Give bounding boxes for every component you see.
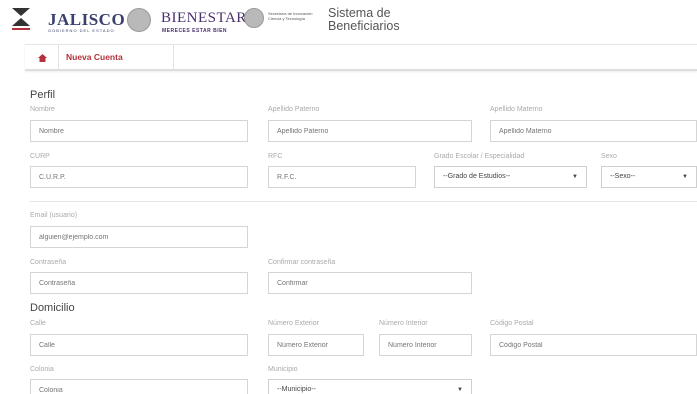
breadcrumb: Nueva Cuenta (25, 44, 697, 71)
jalisco-subtitle: GOBIERNO DEL ESTADO (48, 28, 115, 33)
contrasena-input[interactable] (30, 272, 248, 294)
grado-label: Grado Escolar / Especialidad (434, 153, 525, 160)
colonia-input[interactable] (30, 379, 248, 394)
num-int-label: Número Interior (379, 320, 428, 327)
jalisco-seal-icon (127, 8, 151, 32)
grado-select[interactable]: --Grado de Estudios-- ▼ (434, 166, 587, 188)
sexo-selected-value: --Sexo-- (610, 173, 636, 180)
curp-label: CURP (30, 153, 50, 160)
chevron-down-icon: ▼ (457, 387, 463, 393)
calle-input[interactable] (30, 334, 248, 356)
colonia-label: Colonia (30, 366, 54, 373)
app-title-line2: Beneficiarios (328, 19, 400, 33)
breadcrumb-divider (58, 45, 59, 69)
bienestar-subtitle: MERECES ESTAR BIEN (162, 28, 228, 34)
chevron-down-icon: ▼ (572, 174, 578, 180)
confirmar-input[interactable] (268, 272, 472, 294)
municipio-selected-value: --Municipio-- (277, 386, 316, 393)
confirmar-label: Confirmar contraseña (268, 259, 336, 266)
breadcrumb-divider (173, 45, 174, 69)
contrasena-label: Contraseña (30, 259, 67, 266)
apellido-paterno-label: Apellido Paterno (268, 106, 320, 113)
secretaria-text: Secretaría de Innovación Ciencia y Tecno… (268, 11, 313, 21)
domicilio-section-title: Domicilio (30, 302, 75, 314)
calle-label: Calle (30, 320, 46, 327)
grado-selected-value: --Grado de Estudios-- (443, 173, 511, 180)
curp-input[interactable] (30, 166, 248, 188)
home-icon[interactable] (38, 54, 47, 62)
divider (30, 201, 697, 202)
email-input[interactable] (30, 226, 248, 248)
bienestar-wordmark: BIENESTAR (161, 10, 247, 26)
jalisco-wordmark: JALISCO (48, 10, 126, 29)
nombre-label: Nombre (30, 106, 55, 113)
apellido-materno-label: Apellido Materno (490, 106, 543, 113)
rfc-input[interactable] (268, 166, 416, 188)
rfc-label: RFC (268, 153, 283, 160)
cp-input[interactable] (490, 334, 697, 356)
sexo-select[interactable]: --Sexo-- ▼ (601, 166, 697, 188)
apellido-materno-input[interactable] (490, 120, 697, 142)
nombre-input[interactable] (30, 120, 248, 142)
municipio-select[interactable]: --Municipio-- ▼ (268, 379, 472, 394)
sexo-label: Sexo (601, 153, 617, 160)
num-int-input[interactable] (379, 334, 472, 356)
email-label: Email (usuario) (30, 212, 78, 219)
jalisco-emblem-icon (12, 8, 30, 30)
num-ext-label: Número Exterior (268, 320, 319, 327)
apellido-paterno-input[interactable] (268, 120, 472, 142)
cp-label: Código Postal (490, 320, 534, 327)
breadcrumb-current: Nueva Cuenta (66, 52, 123, 62)
secretaria-seal-icon (244, 8, 264, 28)
num-ext-input[interactable] (268, 334, 364, 356)
municipio-label: Municipio (268, 366, 298, 373)
chevron-down-icon: ▼ (682, 174, 688, 180)
header: JALISCO GOBIERNO DEL ESTADO BIENESTAR ME… (0, 0, 697, 42)
page: JALISCO GOBIERNO DEL ESTADO BIENESTAR ME… (0, 0, 697, 394)
app-title: Sistema de Beneficiarios (328, 7, 400, 33)
perfil-section-title: Perfil (30, 89, 56, 101)
